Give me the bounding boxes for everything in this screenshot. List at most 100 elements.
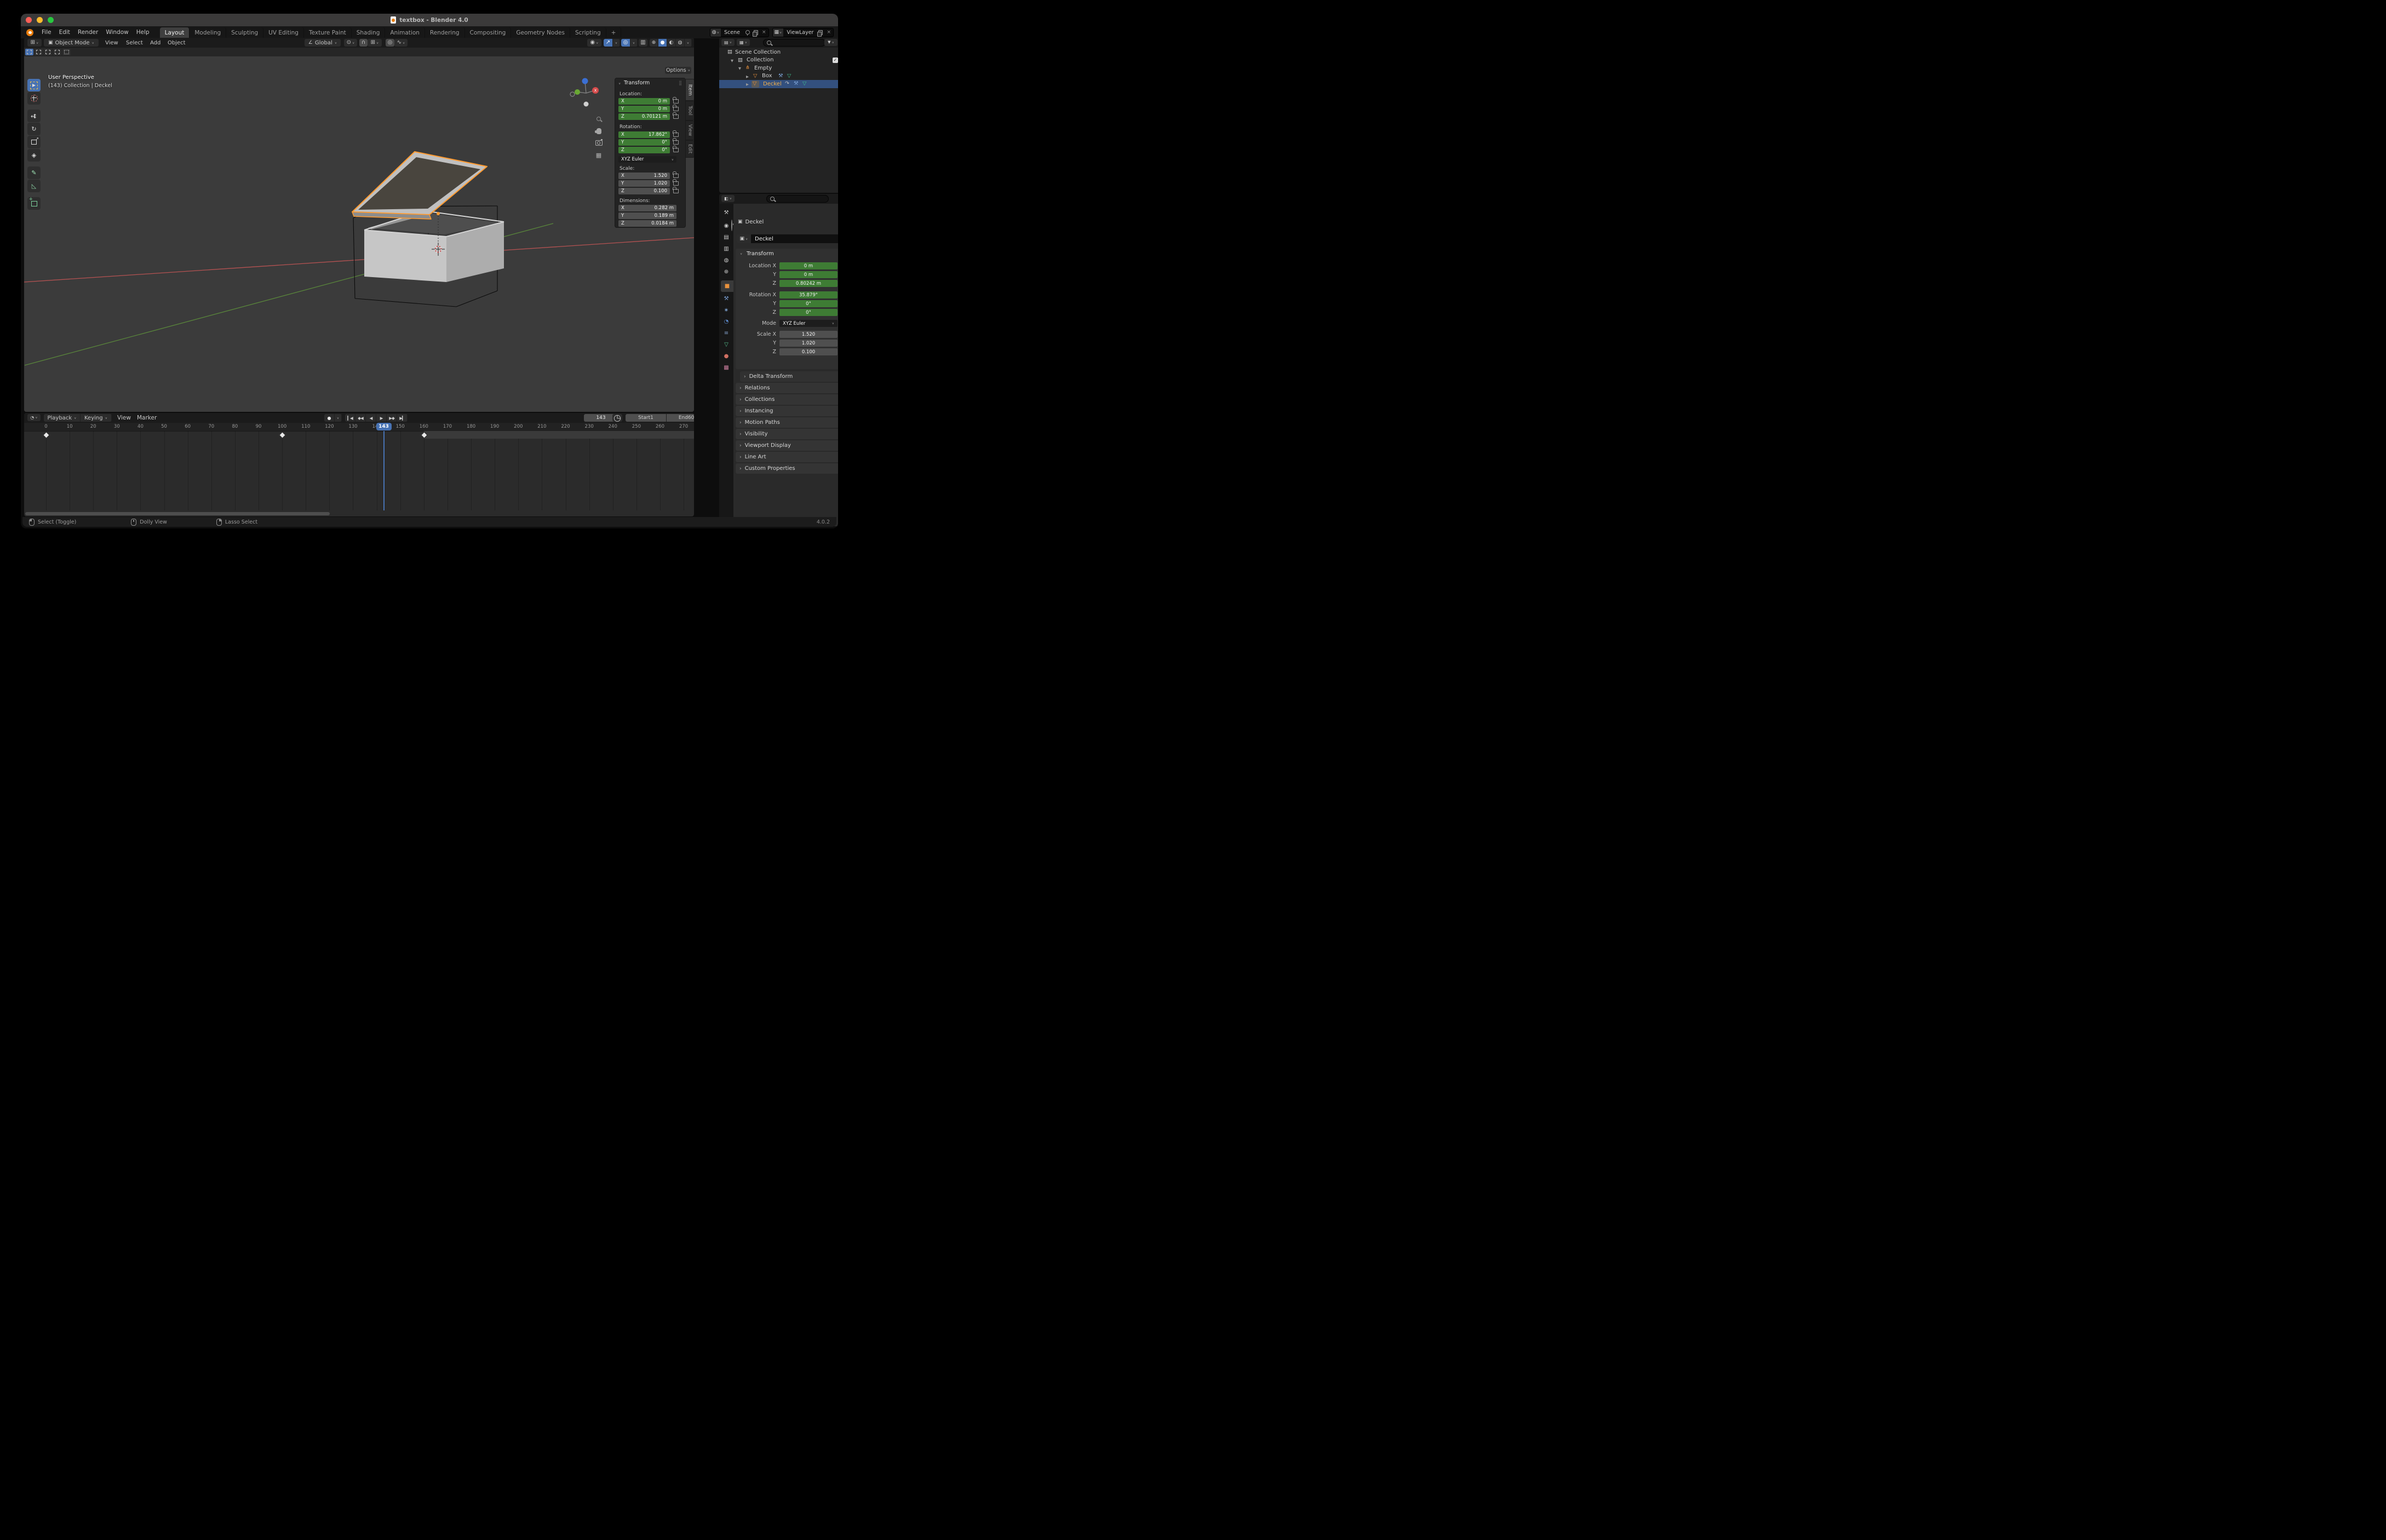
select-mode-new-button[interactable] bbox=[25, 49, 33, 55]
snap-toggle[interactable]: ∩ bbox=[359, 39, 368, 47]
auto-keying-record-button[interactable]: ● bbox=[324, 414, 335, 422]
overlays-toggle[interactable]: ◎ bbox=[621, 39, 630, 47]
tool-annotate[interactable]: ✎ bbox=[27, 166, 41, 179]
lock-icon[interactable] bbox=[673, 99, 679, 104]
tool-transform[interactable]: ◈ bbox=[27, 149, 41, 162]
tab-particles[interactable]: ∗ bbox=[719, 304, 733, 316]
pan-view-icon[interactable] bbox=[594, 127, 603, 135]
menu-edit[interactable]: Edit bbox=[55, 29, 74, 36]
pin-icon[interactable] bbox=[745, 30, 750, 35]
select-mode-extend-button[interactable] bbox=[35, 49, 43, 55]
menu-view[interactable]: View bbox=[105, 39, 118, 47]
location-x-field[interactable]: X0 m bbox=[618, 98, 670, 105]
copy-icon[interactable] bbox=[754, 30, 758, 35]
scale-x-field[interactable]: 1.520 bbox=[779, 331, 838, 338]
timeline-ruler[interactable]: 2702602502402302202102001901801701601501… bbox=[24, 423, 694, 432]
scene-selector[interactable]: ◍∨ Scene × bbox=[710, 28, 769, 37]
xray-toggle[interactable]: ▥ bbox=[639, 39, 647, 47]
keyframe-diamond[interactable] bbox=[43, 432, 50, 439]
use-preview-range-toggle[interactable]: ◷ bbox=[612, 414, 622, 422]
editor-type-button[interactable]: ⊞∨ bbox=[27, 39, 42, 47]
view-layer-selector[interactable]: ▦∨ ViewLayer × bbox=[772, 28, 834, 37]
outliner-row-empty[interactable]: ▼ ⋔ Empty bbox=[719, 64, 838, 72]
menu-window[interactable]: Window bbox=[102, 29, 132, 36]
menu-file[interactable]: File bbox=[38, 29, 55, 36]
shading-rendered-button[interactable]: ◍ bbox=[676, 39, 685, 47]
panel-delta-transform[interactable]: ›Delta Transform bbox=[740, 371, 838, 382]
location-y-field[interactable]: 0 m bbox=[779, 271, 838, 278]
shading-wireframe-button[interactable]: ⊕ bbox=[650, 39, 658, 47]
panel-relations[interactable]: ›Relations⣿ bbox=[736, 383, 838, 393]
sidebar-tab-edit[interactable]: Edit bbox=[686, 140, 694, 158]
outliner-search-input[interactable] bbox=[763, 39, 825, 47]
tab-shading[interactable]: Shading bbox=[352, 27, 386, 38]
tab-texture-paint[interactable]: Texture Paint bbox=[304, 27, 352, 38]
jump-to-start-button[interactable]: ▎◀ bbox=[345, 414, 355, 422]
sidebar-tab-view[interactable]: View bbox=[686, 120, 694, 140]
pin-icon[interactable] bbox=[731, 220, 732, 231]
disclosure-open-icon[interactable]: ▼ bbox=[731, 59, 733, 63]
camera-view-icon[interactable] bbox=[594, 139, 603, 147]
tab-tool[interactable]: ⚒ bbox=[719, 207, 733, 219]
rotation-mode-dropdown[interactable]: XYZ Euler∨ bbox=[779, 320, 838, 327]
playhead-line[interactable] bbox=[383, 431, 385, 510]
dimension-z-field[interactable]: Z0.0184 m bbox=[618, 220, 676, 227]
navigation-gizmo[interactable]: X bbox=[569, 76, 603, 110]
scale-z-field[interactable]: 0.100 bbox=[779, 348, 838, 355]
gizmo-dropdown[interactable]: ∨ bbox=[613, 39, 620, 47]
tab-object[interactable]: ■ bbox=[721, 280, 733, 292]
selectability-dropdown[interactable]: ◉∨ bbox=[587, 39, 601, 47]
shading-solid-button[interactable]: ● bbox=[658, 39, 667, 47]
menu-help[interactable]: Help bbox=[133, 29, 153, 36]
tool-measure[interactable]: ◺ bbox=[27, 180, 41, 192]
object-id-dropdown[interactable]: ▣∨ bbox=[737, 234, 751, 243]
disclosure-closed-icon[interactable]: ▶ bbox=[746, 74, 749, 79]
proportional-editing-toggle[interactable]: ◎ bbox=[386, 39, 394, 47]
outliner-row-box[interactable]: ▶ ▽ Box ⚒ ▽ bbox=[719, 72, 838, 81]
collection-checkbox[interactable]: ✓ bbox=[833, 58, 838, 63]
ortho-grid-icon[interactable]: ▦ bbox=[594, 151, 603, 159]
shading-dropdown[interactable]: ∨ bbox=[685, 39, 692, 47]
select-mode-intersect-button[interactable] bbox=[62, 49, 71, 55]
properties-search-input[interactable] bbox=[766, 195, 829, 203]
lock-icon[interactable] bbox=[673, 133, 679, 137]
lock-icon[interactable] bbox=[673, 148, 679, 152]
disclosure-open-icon[interactable]: ▼ bbox=[738, 66, 741, 71]
add-workspace-button[interactable]: + bbox=[606, 27, 622, 38]
scale-z-field[interactable]: Z0.100 bbox=[618, 188, 670, 194]
select-mode-subtract-button[interactable] bbox=[44, 49, 52, 55]
tool-scale[interactable]: ↗ bbox=[27, 136, 41, 148]
outliner-row-deckel-selected[interactable]: ▶ ▽ Deckel ↷ ⚒ ▽ bbox=[719, 80, 838, 88]
tab-modifiers[interactable]: ⚒ bbox=[719, 293, 733, 304]
copy-icon[interactable] bbox=[818, 30, 823, 35]
rotation-y-field[interactable]: Y0° bbox=[618, 139, 670, 146]
panel-collapse-icon[interactable]: ∨ bbox=[618, 82, 621, 85]
panel-collections[interactable]: ›Collections⣿ bbox=[736, 394, 838, 405]
next-keyframe-button[interactable]: ▶◆ bbox=[387, 414, 397, 422]
lock-icon[interactable] bbox=[673, 181, 679, 186]
tool-add-cube[interactable]: + bbox=[27, 197, 41, 210]
rotation-x-field[interactable]: 35.879° bbox=[779, 291, 838, 298]
view-menu[interactable]: View bbox=[117, 414, 131, 421]
lock-icon[interactable] bbox=[673, 107, 679, 111]
keyframe-diamond[interactable] bbox=[279, 432, 286, 439]
lock-icon[interactable] bbox=[673, 140, 679, 145]
tab-object-data[interactable]: ▽ bbox=[719, 339, 733, 350]
mode-dropdown[interactable]: ▣Object Mode∨ bbox=[44, 39, 99, 47]
outliner-row-scene-collection[interactable]: ▤ Scene Collection bbox=[719, 48, 838, 56]
tab-texture[interactable]: ▩ bbox=[719, 362, 733, 373]
viewport-canvas[interactable]: User Perspective (143) Collection | Deck… bbox=[24, 56, 694, 412]
panel-motion-paths[interactable]: ›Motion Paths⣿ bbox=[736, 417, 838, 428]
tab-world[interactable]: ⊕ bbox=[719, 266, 733, 278]
tab-material[interactable]: ● bbox=[719, 350, 733, 362]
sidebar-tab-tool[interactable]: Tool bbox=[686, 101, 694, 120]
rotation-mode-dropdown[interactable]: XYZ Euler∨ bbox=[618, 156, 676, 163]
scale-x-field[interactable]: X1.520 bbox=[618, 173, 670, 179]
options-button[interactable]: Options∨ bbox=[665, 67, 691, 74]
select-mode-invert-button[interactable] bbox=[53, 49, 61, 55]
filter-dropdown[interactable]: ▼∨ bbox=[824, 39, 838, 46]
tab-modeling[interactable]: Modeling bbox=[190, 27, 226, 38]
rotation-y-field[interactable]: 0° bbox=[779, 300, 838, 307]
panel-custom-properties[interactable]: ›Custom Properties⣿ bbox=[736, 463, 838, 474]
tab-scripting[interactable]: Scripting bbox=[570, 27, 606, 38]
